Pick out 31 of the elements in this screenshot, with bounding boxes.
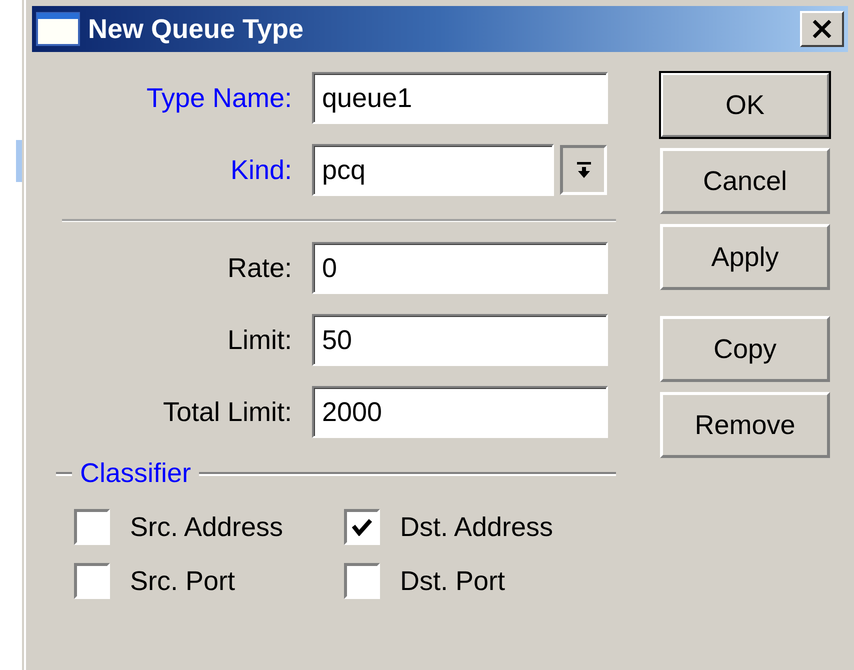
field-label: Type Name:: [145, 82, 292, 114]
input-field[interactable]: 2000: [312, 386, 608, 438]
checkbox-label: Src. Port: [130, 566, 236, 596]
checkbox-label: Dst. Port: [400, 566, 506, 596]
field-label: Limit:: [226, 324, 292, 356]
input-field[interactable]: queue1: [312, 72, 608, 124]
checkbox-label: Dst. Address: [400, 512, 554, 542]
close-icon: [812, 20, 832, 38]
input-field[interactable]: 50: [312, 314, 608, 366]
field-label: Rate:: [226, 252, 292, 284]
field-label: Kind:: [229, 154, 292, 186]
dropdown-field[interactable]: pcq: [312, 144, 554, 196]
field-label: Total Limit:: [162, 396, 292, 428]
dialog-button[interactable]: Remove: [660, 392, 830, 458]
dialog-button[interactable]: OK: [660, 72, 830, 138]
close-button[interactable]: [800, 11, 844, 47]
window-icon: [36, 12, 80, 46]
checkbox[interactable]: [344, 563, 380, 599]
checkbox[interactable]: [74, 563, 110, 599]
dialog-button[interactable]: Cancel: [660, 148, 830, 214]
dropdown-arrow-icon: [576, 162, 590, 178]
dialog-button[interactable]: Copy: [660, 316, 830, 382]
checkbox-label: Src. Address: [130, 512, 284, 542]
group-title: Classifier: [80, 458, 192, 489]
checkbox[interactable]: [74, 509, 110, 545]
window-title: New Queue Type: [88, 14, 305, 44]
input-field[interactable]: 0: [312, 242, 608, 294]
dropdown-button[interactable]: [560, 145, 607, 195]
checkmark-icon: [352, 518, 372, 536]
dialog-button[interactable]: Apply: [660, 224, 830, 290]
checkbox[interactable]: [344, 509, 380, 545]
